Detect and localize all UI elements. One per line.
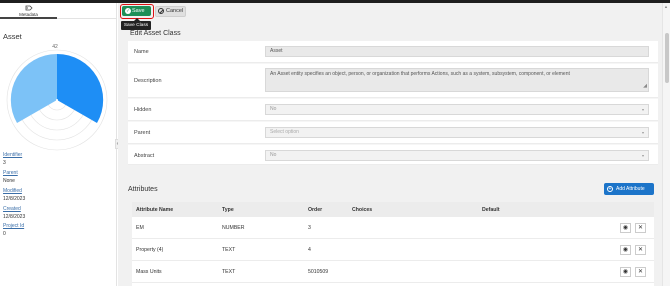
edit-form: Name Asset Description An Asset entity s… bbox=[128, 41, 658, 165]
cell-order: 4 bbox=[308, 247, 311, 253]
tab-metadata-label: Metadata bbox=[19, 12, 38, 17]
resize-handle-icon[interactable]: ◢ bbox=[643, 82, 647, 91]
prop-identifier-key[interactable]: Identifier bbox=[3, 152, 22, 158]
column-header[interactable]: Choices bbox=[352, 207, 372, 213]
column-header[interactable]: Type bbox=[222, 207, 234, 213]
prop-parent-key[interactable]: Parent bbox=[3, 170, 18, 176]
tab-metadata[interactable]: Metadata bbox=[0, 3, 57, 19]
cell-attribute-name: EM bbox=[136, 225, 144, 231]
visibility-off-icon[interactable]: ◉ bbox=[620, 267, 631, 277]
chevron-down-icon: ▾ bbox=[641, 153, 644, 158]
scrollbar-thumb[interactable] bbox=[665, 33, 669, 83]
visibility-off-icon[interactable]: ◉ bbox=[620, 223, 631, 233]
parent-select[interactable]: Select option ▾ bbox=[265, 127, 649, 138]
name-row: Name Asset bbox=[128, 41, 658, 63]
cell-type: NUMBER bbox=[222, 225, 245, 231]
add-attribute-button[interactable]: + Add Attribute bbox=[604, 183, 654, 195]
metadata-sidebar: Metadata Asset 42 Identifier 3 Parent No… bbox=[0, 3, 117, 286]
scroll-up-icon[interactable]: ▲ bbox=[664, 4, 668, 9]
parent-select-placeholder: Select option bbox=[270, 129, 299, 135]
table-row: Property (4) TEXT 4 ◉ ✕ bbox=[132, 239, 654, 261]
save-button[interactable]: ✓ Save bbox=[122, 6, 151, 16]
hidden-select-value: No bbox=[270, 106, 277, 112]
abstract-select-value: No bbox=[270, 152, 277, 158]
cell-order: 3 bbox=[308, 225, 311, 231]
hidden-label: Hidden bbox=[134, 107, 152, 113]
toolbar: ✓ Save Cancel bbox=[118, 3, 662, 20]
delete-icon[interactable]: ✕ bbox=[635, 223, 646, 233]
save-highlight: ✓ Save bbox=[120, 4, 154, 19]
description-row: Description An Asset entity specifies an… bbox=[128, 64, 658, 98]
name-label: Name bbox=[134, 49, 149, 55]
attributes-title: Attributes bbox=[128, 186, 158, 193]
hidden-row: Hidden No ▾ bbox=[128, 99, 658, 121]
column-header[interactable]: Default bbox=[482, 207, 500, 213]
tag-icon bbox=[25, 5, 33, 11]
cell-type: TEXT bbox=[222, 247, 236, 253]
radar-segment-dark bbox=[57, 53, 104, 123]
save-tooltip: Save Class bbox=[121, 18, 151, 30]
radar-segment-light bbox=[10, 53, 57, 123]
abstract-label: Abstract bbox=[134, 153, 155, 159]
table-row: Mass Units TEXT 5010509 ◉ ✕ bbox=[132, 261, 654, 283]
plus-circle-icon: + bbox=[607, 186, 613, 192]
form-title: Edit Asset Class bbox=[130, 30, 181, 37]
description-label: Description bbox=[134, 78, 162, 84]
abstract-select[interactable]: No ▾ bbox=[265, 150, 649, 161]
attributes-table: Attribute Name Type Order Choices Defaul… bbox=[132, 202, 654, 286]
delete-icon[interactable]: ✕ bbox=[635, 245, 646, 255]
tab-divider bbox=[57, 18, 117, 19]
hidden-select[interactable]: No ▾ bbox=[265, 104, 649, 115]
cell-type: TEXT bbox=[222, 269, 236, 275]
description-text: An Asset entity specifies an object, per… bbox=[270, 71, 570, 77]
cancel-button-label: Cancel bbox=[166, 8, 184, 14]
abstract-row: Abstract No ▾ bbox=[128, 145, 658, 165]
column-header[interactable]: Order bbox=[308, 207, 322, 213]
chevron-down-icon: ▾ bbox=[641, 107, 644, 112]
column-header[interactable]: Attribute Name bbox=[136, 207, 173, 213]
cell-order: 5010509 bbox=[308, 269, 329, 275]
prop-modified-value: 12/8/2023 bbox=[3, 196, 26, 202]
add-attribute-label: Add Attribute bbox=[616, 186, 645, 192]
visibility-off-icon[interactable]: ◉ bbox=[620, 245, 631, 255]
radar-max-label: 42 bbox=[52, 44, 58, 50]
chevron-down-icon: ▾ bbox=[641, 130, 644, 135]
table-row: EM NUMBER 3 ◉ ✕ bbox=[132, 217, 654, 239]
prop-projectid-value: 0 bbox=[3, 231, 6, 237]
table-header: Attribute Name Type Order Choices Defaul… bbox=[132, 202, 654, 217]
cell-attribute-name: Mass Units bbox=[136, 269, 162, 275]
prop-created-value: 12/8/2023 bbox=[3, 214, 26, 220]
prop-identifier-value: 3 bbox=[3, 160, 6, 166]
parent-label: Parent bbox=[134, 130, 151, 136]
parent-row: Parent Select option ▾ bbox=[128, 122, 658, 144]
save-button-label: Save bbox=[132, 8, 145, 14]
check-circle-icon: ✓ bbox=[125, 8, 131, 14]
vertical-scrollbar[interactable]: ▲ bbox=[662, 3, 670, 286]
cell-attribute-name: Property (4) bbox=[136, 247, 164, 253]
asset-title: Asset bbox=[3, 32, 22, 41]
description-textarea[interactable]: An Asset entity specifies an object, per… bbox=[265, 68, 649, 92]
prop-projectid-key[interactable]: Project Id bbox=[3, 223, 24, 229]
name-input[interactable]: Asset bbox=[265, 46, 649, 57]
prop-created-key[interactable]: Created bbox=[3, 206, 21, 212]
prop-parent-value: None bbox=[3, 178, 15, 184]
main-panel: ✓ Save Cancel Save Class Edit Asset Clas… bbox=[118, 3, 662, 286]
delete-icon[interactable]: ✕ bbox=[635, 267, 646, 277]
cancel-button[interactable]: Cancel bbox=[155, 6, 186, 17]
cancel-circle-icon bbox=[158, 8, 164, 14]
radar-chart: 42 bbox=[6, 44, 108, 151]
prop-modified-key[interactable]: Modified bbox=[3, 188, 22, 194]
